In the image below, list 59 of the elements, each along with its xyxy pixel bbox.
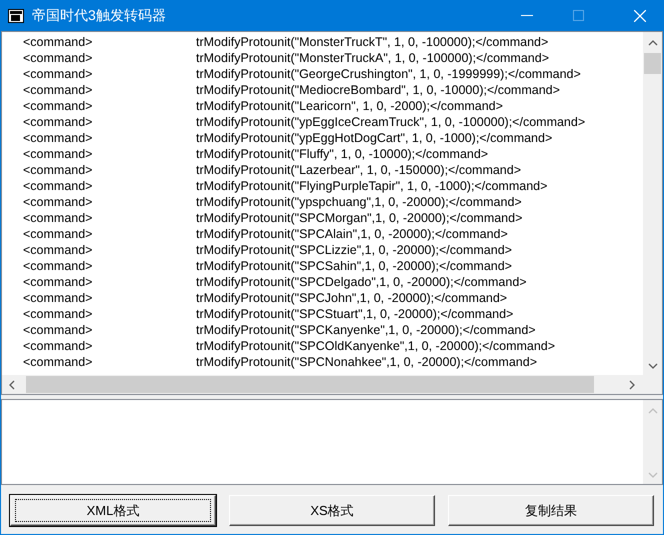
command-code: trModifyProtounit("GeorgeCrushington", 1, 0, -1999999);</command> [196,66,581,83]
command-code: trModifyProtounit("SPCAlain",1, 0, -20000);</command> [196,226,508,243]
command-code: trModifyProtounit("ypEggHotDogCart", 1, 0, -1000);</command> [196,130,552,147]
command-code: trModifyProtounit("SPCMorgan",1, 0, -20000);</command> [196,210,522,227]
command-tag: <command> [23,224,196,244]
command-tag: <command> [23,80,196,100]
command-tag: <command> [23,192,196,212]
command-code: trModifyProtounit("SPCLizzie",1, 0, -20000);</command> [196,242,512,259]
command-tag: <command> [23,128,196,148]
action-button[interactable]: XML格式 [10,495,216,526]
command-code: trModifyProtounit("SPCKanyenke",1, 0, -20000);</command> [196,322,536,339]
maximize-icon [573,10,584,21]
minimize-icon[interactable] [521,14,533,16]
scroll-right-icon[interactable] [627,380,637,390]
command-code: trModifyProtounit("SPCOldKanyenke",1, 0, -20000);</command> [196,338,556,355]
command-tag: <command> [23,64,196,84]
vertical-scrollbar[interactable] [643,32,662,375]
scroll-up-icon[interactable] [648,38,658,48]
action-button[interactable]: 复制结果 [448,495,654,526]
scrollbar-thumb[interactable] [26,376,594,393]
command-tag: <command> [23,144,196,164]
window-title: 帝国时代3触发转码器 [32,6,166,25]
scroll-left-icon[interactable] [7,380,17,390]
command-tag: <command> [23,352,196,372]
scroll-down-icon[interactable] [648,361,658,371]
command-code: trModifyProtounit("SPCSahin",1, 0, -20000);</command> [196,258,512,275]
command-code: trModifyProtounit("ypspchuang",1, 0, -20000);</command> [196,194,522,211]
command-code: trModifyProtounit("SPCNonahkee",1, 0, -20000);</command> [196,354,537,371]
command-tag: <command> [23,208,196,228]
command-code: trModifyProtounit("SPCDelgado",1, 0, -20000);</command> [196,274,527,291]
command-tag: <command> [23,32,196,52]
command-tag: <command> [23,112,196,132]
command-code: trModifyProtounit("Learicorn", 1, 0, -2000);</command> [196,98,503,115]
command-code: trModifyProtounit("MonsterTruckA", 1, 0, -100000);</command> [196,50,550,67]
command-tag: <command> [23,272,196,292]
command-tag: <command> [23,336,196,356]
scrollbar-thumb[interactable] [644,53,661,74]
app-icon [8,8,24,22]
command-code: trModifyProtounit("MediocreBombard", 1, 0, -10000);</command> [196,82,560,99]
command-tag: <command> [23,176,196,196]
command-tag: <command> [23,288,196,308]
command-tag: <command> [23,96,196,116]
close-icon[interactable] [634,10,646,22]
command-tag: <command> [23,256,196,276]
command-tag: <command> [23,48,196,68]
command-code: trModifyProtounit("SPCStuart",1, 0, -20000);</command> [196,306,514,323]
command-code: trModifyProtounit("ypEggIceCreamTruck", 1, 0, -100000);</command> [196,114,586,131]
command-code: trModifyProtounit("SPCJohn",1, 0, -20000);</command> [196,290,508,307]
command-tag: <command> [23,240,196,260]
command-code: trModifyProtounit("Fluffy", 1, 0, -10000);</command> [196,146,488,163]
action-button[interactable]: XS格式 [229,495,435,526]
horizontal-scrollbar[interactable] [2,375,643,394]
command-code: trModifyProtounit("MonsterTruckT", 1, 0, -100000);</command> [196,34,548,51]
command-tag: <command> [23,320,196,340]
command-code: trModifyProtounit("FlyingPurpleTapir", 1, 0, -1000);</command> [196,178,548,195]
command-tag: <command> [23,304,196,324]
command-tag: <command> [23,160,196,180]
command-code: trModifyProtounit("Lazerbear", 1, 0, -150000);</command> [196,162,522,179]
command-text-area[interactable] [1,31,663,395]
